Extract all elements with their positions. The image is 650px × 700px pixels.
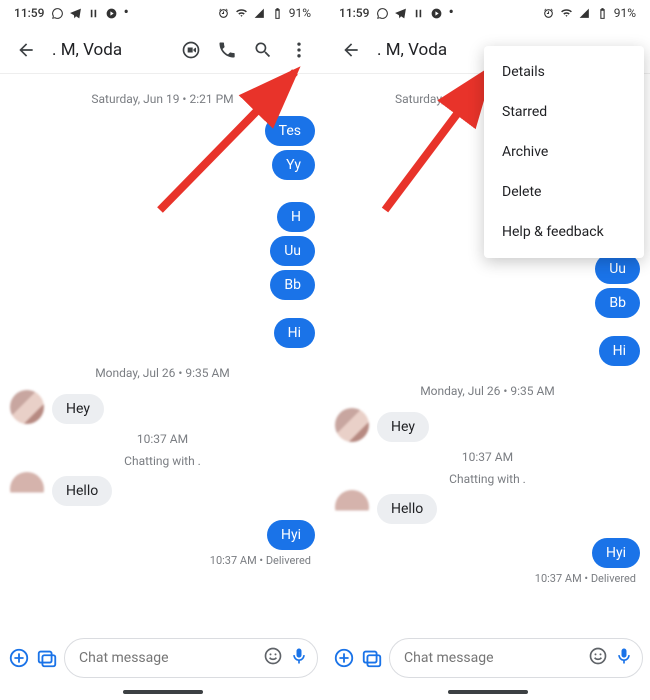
battery-text: 91%: [614, 6, 636, 20]
overflow-menu-button[interactable]: [281, 32, 317, 68]
menu-item-help[interactable]: Help & feedback: [484, 212, 644, 252]
avatar[interactable]: [335, 408, 369, 442]
wifi-icon: [235, 7, 248, 20]
outgoing-message[interactable]: Tes: [265, 116, 315, 146]
gallery-button[interactable]: [361, 641, 383, 675]
avatar[interactable]: [335, 490, 369, 524]
overflow-menu: Details Starred Archive Delete Help & fe…: [484, 46, 644, 258]
outgoing-message[interactable]: Hyi: [592, 538, 640, 568]
menu-item-delete[interactable]: Delete: [484, 172, 644, 212]
avatar[interactable]: [10, 472, 44, 506]
status-bar: 11:59 • 91%: [325, 0, 650, 26]
outgoing-message[interactable]: Hi: [274, 318, 315, 348]
outgoing-message[interactable]: Uu: [595, 254, 640, 284]
outgoing-message[interactable]: Yy: [272, 150, 315, 180]
date-header: Monday, Jul 26 • 9:35 AM: [335, 384, 640, 398]
incoming-message[interactable]: Hey: [377, 412, 429, 442]
play-icon: [105, 7, 118, 20]
alarm-icon: [217, 7, 230, 20]
system-message: Chatting with .: [335, 472, 640, 486]
avatar[interactable]: [10, 390, 44, 424]
outgoing-message[interactable]: Bb: [595, 288, 640, 318]
call-button[interactable]: [209, 32, 245, 68]
battery-icon: [596, 7, 609, 20]
composer: [325, 630, 650, 686]
battery-text: 91%: [289, 6, 311, 20]
mic-button[interactable]: [289, 646, 309, 670]
screenshot-right: 11:59 • 91% . M, Voda Saturday, Jun 19 •…: [325, 0, 650, 700]
outgoing-message[interactable]: Bb: [270, 270, 315, 300]
add-button[interactable]: [8, 641, 30, 675]
incoming-message[interactable]: Hello: [377, 494, 437, 524]
telegram-icon: [69, 7, 82, 20]
screenshot-left: 11:59 • 91% . M, Voda Saturday, Jun 19 •…: [0, 0, 325, 700]
outgoing-message[interactable]: H: [277, 202, 315, 232]
emoji-button[interactable]: [588, 646, 608, 670]
back-button[interactable]: [333, 32, 369, 68]
app-bar: . M, Voda: [0, 26, 325, 74]
search-button[interactable]: [245, 32, 281, 68]
menu-item-archive[interactable]: Archive: [484, 132, 644, 172]
conversation-title[interactable]: . M, Voda: [52, 40, 167, 60]
message-input[interactable]: [79, 650, 257, 666]
status-bar: 11:59 • 91%: [0, 0, 325, 26]
add-button[interactable]: [333, 641, 355, 675]
input-field[interactable]: [64, 638, 318, 678]
system-message: Chatting with .: [10, 454, 315, 468]
outgoing-message[interactable]: Hyi: [267, 520, 315, 550]
outgoing-message[interactable]: Uu: [270, 236, 315, 266]
incoming-message[interactable]: Hey: [52, 394, 104, 424]
signal-icon: [253, 7, 266, 20]
back-button[interactable]: [8, 32, 44, 68]
date-header: Monday, Jul 26 • 9:35 AM: [10, 366, 315, 380]
whatsapp-icon: [51, 7, 64, 20]
more-dot-icon: •: [448, 4, 453, 20]
composer: [0, 630, 325, 686]
delivery-status: 10:37 AM • Delivered: [335, 572, 636, 585]
pause-icon: [412, 7, 425, 20]
message-input[interactable]: [404, 650, 582, 666]
input-field[interactable]: [389, 638, 643, 678]
nav-handle[interactable]: [448, 690, 528, 694]
incoming-message[interactable]: Hello: [52, 476, 112, 506]
emoji-button[interactable]: [263, 646, 283, 670]
alarm-icon: [542, 7, 555, 20]
message-thread[interactable]: Saturday, Jun 19 • 2:21 PM Tes Yy H Uu B…: [0, 74, 325, 630]
telegram-icon: [394, 7, 407, 20]
video-call-button[interactable]: [173, 32, 209, 68]
date-header: Saturday, Jun 19 • 2:21 PM: [10, 92, 315, 106]
menu-item-details[interactable]: Details: [484, 52, 644, 92]
gallery-button[interactable]: [36, 641, 58, 675]
clock: 11:59: [14, 6, 44, 20]
wifi-icon: [560, 7, 573, 20]
signal-icon: [578, 7, 591, 20]
whatsapp-icon: [376, 7, 389, 20]
nav-handle[interactable]: [123, 690, 203, 694]
pause-icon: [87, 7, 100, 20]
timestamp: 10:37 AM: [335, 450, 640, 464]
menu-item-starred[interactable]: Starred: [484, 92, 644, 132]
more-dot-icon: •: [123, 4, 128, 20]
battery-icon: [271, 7, 284, 20]
timestamp: 10:37 AM: [10, 432, 315, 446]
delivery-status: 10:37 AM • Delivered: [10, 554, 311, 567]
mic-button[interactable]: [614, 646, 634, 670]
clock: 11:59: [339, 6, 369, 20]
play-icon: [430, 7, 443, 20]
outgoing-message[interactable]: Hi: [599, 336, 640, 366]
